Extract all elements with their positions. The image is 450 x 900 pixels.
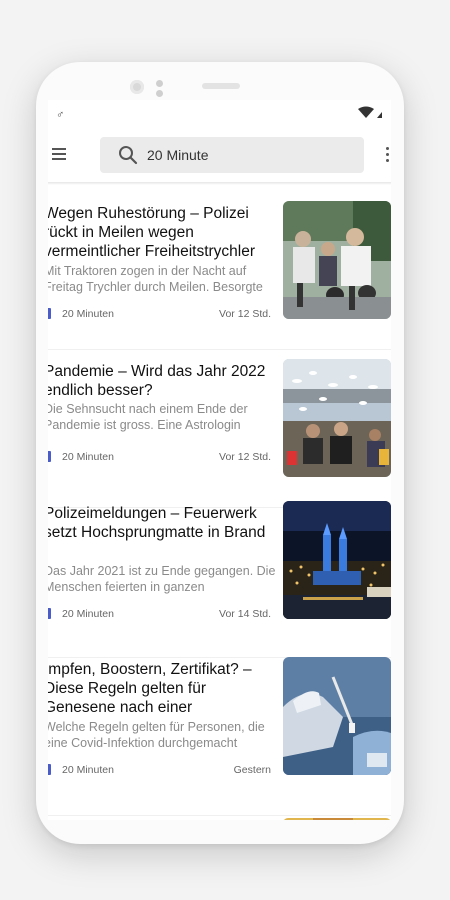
article-thumbnail bbox=[283, 201, 391, 319]
article-time: Vor 12 Std. bbox=[219, 308, 271, 320]
article-headline: Pandemie – Wird das Jahr 2022 endlich be… bbox=[48, 363, 266, 399]
article-source: 20 Minuten bbox=[62, 608, 114, 620]
more-options-icon[interactable] bbox=[386, 147, 390, 165]
status-notification-glyph: ♂ bbox=[56, 109, 65, 121]
article-headline: Impfen, Boostern, Zertifikat? – Diese Re… bbox=[48, 661, 252, 716]
article-snippet: Mit Traktoren zogen in der Nacht auf Fre… bbox=[48, 264, 263, 294]
article-card-2[interactable]: Pandemie – Wird das Jahr 2022 endlich be… bbox=[48, 359, 391, 508]
app-bar-divider bbox=[48, 182, 391, 185]
source-logo-icon bbox=[48, 451, 51, 462]
earpiece-speaker bbox=[202, 83, 240, 89]
sensor-dot bbox=[156, 90, 163, 97]
article-card-5-partial[interactable] bbox=[48, 818, 391, 820]
article-headline: Polizeimeldungen – Feuerwerk setzt Hochs… bbox=[48, 505, 266, 541]
source-logo-icon bbox=[48, 308, 51, 319]
article-snippet: Das Jahr 2021 ist zu Ende gegangen. Die … bbox=[48, 564, 276, 594]
status-bar: ♂ bbox=[48, 106, 391, 126]
search-icon bbox=[119, 146, 138, 165]
article-snippet: Welche Regeln gelten für Personen, die e… bbox=[48, 720, 265, 750]
article-thumbnail bbox=[283, 818, 391, 820]
article-card-4[interactable]: Impfen, Boostern, Zertifikat? – Diese Re… bbox=[48, 657, 391, 816]
article-headline: Wegen Ruhestörung – Polizei rückt in Mei… bbox=[48, 205, 256, 260]
article-thumbnail bbox=[283, 657, 391, 775]
wifi-icon bbox=[358, 106, 382, 118]
sensor-dot bbox=[156, 80, 163, 87]
article-source: 20 Minuten bbox=[62, 308, 114, 320]
article-time: Gestern bbox=[233, 764, 271, 776]
article-card-1[interactable]: Wegen Ruhestörung – Polizei rückt in Mei… bbox=[48, 201, 391, 350]
front-camera bbox=[130, 80, 144, 94]
search-bar[interactable]: 20 Minute bbox=[100, 137, 364, 173]
article-source: 20 Minuten bbox=[62, 764, 114, 776]
article-time: Vor 14 Std. bbox=[219, 608, 271, 620]
article-thumbnail bbox=[283, 501, 391, 619]
source-logo-icon bbox=[48, 608, 51, 619]
article-card-3[interactable]: Polizeimeldungen – Feuerwerk setzt Hochs… bbox=[48, 501, 391, 658]
article-source: 20 Minuten bbox=[62, 451, 114, 463]
article-thumbnail bbox=[283, 359, 391, 477]
source-logo-icon bbox=[48, 764, 51, 775]
article-snippet: Die Sehnsucht nach einem Ende der Pandem… bbox=[48, 402, 248, 432]
phone-screen: ♂ 20 Minute Wegen Ruhestörung – Polizei … bbox=[48, 100, 391, 820]
article-time: Vor 12 Std. bbox=[219, 451, 271, 463]
app-bar: 20 Minute bbox=[48, 132, 391, 180]
hamburger-menu-icon[interactable] bbox=[52, 148, 66, 160]
search-query: 20 Minute bbox=[147, 147, 209, 163]
